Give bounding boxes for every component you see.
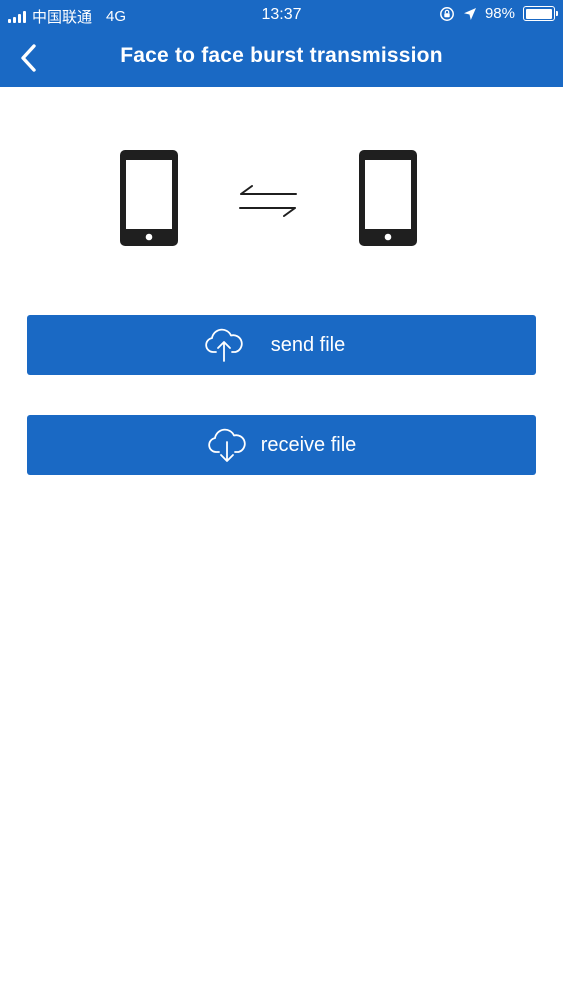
smartphone-icon — [359, 150, 417, 246]
receive-file-label: receive file — [260, 433, 357, 456]
status-bar: 中国联通 4G 13:37 98% — [0, 0, 563, 30]
cloud-download-icon — [207, 427, 247, 463]
battery-icon — [523, 6, 558, 21]
page-title: Face to face burst transmission — [120, 44, 443, 67]
app-header: 中国联通 4G 13:37 98% Face to face burst tra… — [0, 0, 563, 87]
navigation-bar: Face to face burst transmission — [0, 30, 563, 87]
receive-file-button[interactable]: receive file — [27, 415, 536, 475]
battery-fill — [525, 8, 552, 19]
status-right: 98% — [439, 5, 558, 22]
rotation-lock-icon — [440, 6, 454, 21]
swap-arrows-icon — [239, 185, 297, 217]
send-file-label: send file — [270, 333, 346, 356]
transfer-illustration — [0, 148, 563, 250]
battery-percent: 98% — [484, 5, 515, 22]
location-arrow-icon — [463, 7, 476, 20]
send-file-button[interactable]: send file — [27, 315, 536, 375]
smartphone-icon — [120, 150, 178, 246]
cloud-upload-icon — [204, 327, 244, 363]
